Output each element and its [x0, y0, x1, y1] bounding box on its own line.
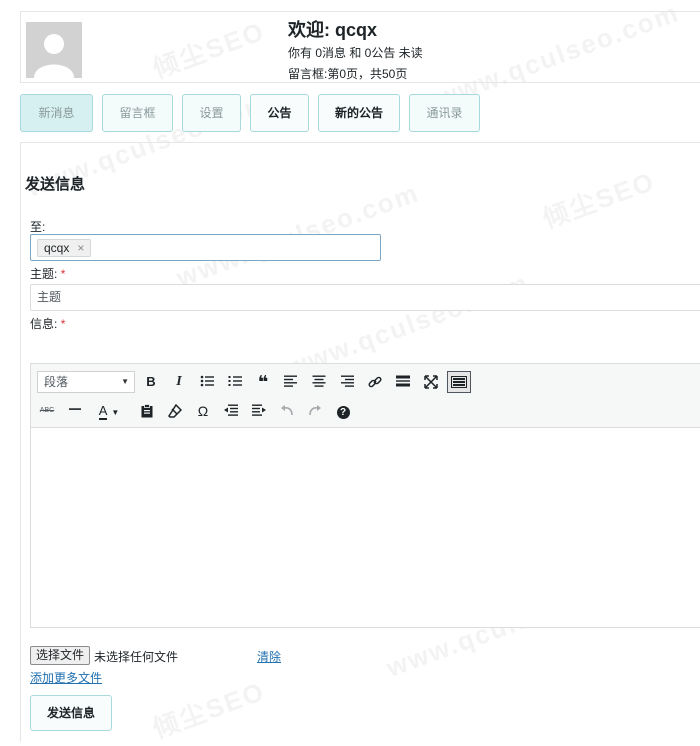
outdent-icon[interactable] — [219, 400, 243, 422]
fullscreen-icon[interactable] — [419, 371, 443, 393]
recipient-name: qcqx — [44, 241, 70, 255]
subject-label-text: 主题: — [30, 267, 58, 281]
tab-contacts[interactable]: 通讯录 — [409, 94, 480, 132]
help-glyph: ? — [336, 406, 350, 419]
recipient-field[interactable]: qcqx × — [30, 234, 381, 261]
chevron-down-icon: ▼ — [111, 408, 120, 417]
text-color-glyph: A — [98, 403, 108, 420]
add-more-files-link[interactable]: 添加更多文件 — [30, 669, 102, 686]
unread-summary: 你有 0消息 和 0公告 未读 — [288, 46, 423, 60]
chevron-down-icon: ▼ — [121, 377, 129, 386]
undo-icon[interactable] — [275, 400, 299, 422]
tab-new-announcement[interactable]: 新的公告 — [318, 94, 400, 132]
horizontal-line-icon[interactable] — [63, 400, 87, 422]
welcome-heading: 欢迎: qcqx — [288, 20, 378, 40]
required-marker: * — [60, 267, 66, 281]
send-message-button[interactable]: 发送信息 — [30, 695, 112, 731]
link-icon[interactable] — [363, 371, 387, 393]
bold-icon[interactable]: B — [139, 371, 163, 393]
format-select[interactable]: 段落 ▼ — [37, 371, 135, 393]
avatar — [26, 22, 82, 78]
choose-file-button[interactable]: 选择文件 — [30, 646, 91, 665]
to-label: 至: — [30, 220, 46, 234]
message-label: 信息: * — [30, 315, 65, 332]
help-icon[interactable]: ? — [331, 400, 355, 422]
message-editor: 段落 ▼ B I ❝ ABC A ▼ Ω ? — [30, 363, 700, 628]
tab-message-box[interactable]: 留言框 — [102, 94, 173, 132]
no-file-text: 未选择任何文件 — [94, 650, 179, 664]
tab-new-message[interactable]: 新消息 — [20, 94, 93, 132]
redo-icon[interactable] — [303, 400, 327, 422]
tab-announcements[interactable]: 公告 — [250, 94, 309, 132]
message-label-text: 信息: — [30, 317, 58, 331]
required-marker: * — [60, 317, 66, 331]
strikethrough-icon[interactable]: ABC — [35, 400, 59, 422]
align-left-icon[interactable] — [279, 371, 303, 393]
message-body-input[interactable] — [31, 429, 700, 627]
indent-icon[interactable] — [247, 400, 271, 422]
page-counter: 留言框:第0页，共50页 — [288, 67, 408, 81]
text-color-icon[interactable]: A ▼ — [93, 400, 125, 422]
tab-settings[interactable]: 设置 — [182, 94, 241, 132]
numbered-list-icon[interactable] — [223, 371, 247, 393]
bullet-list-icon[interactable] — [195, 371, 219, 393]
editor-toolbar: 段落 ▼ B I ❝ ABC A ▼ Ω ? — [31, 364, 700, 428]
recipient-chip: qcqx × — [37, 239, 92, 257]
paste-text-icon[interactable] — [135, 400, 159, 422]
format-select-value: 段落 — [44, 375, 69, 389]
clear-file-link[interactable]: 清除 — [257, 648, 281, 665]
form-title: 发送信息 — [25, 176, 86, 193]
blockquote-icon[interactable]: ❝ — [251, 371, 275, 393]
remove-recipient-icon[interactable]: × — [77, 241, 84, 255]
toolbar-toggle-icon[interactable] — [447, 371, 471, 393]
read-more-icon[interactable] — [391, 371, 415, 393]
special-character-icon[interactable]: Ω — [191, 400, 215, 422]
italic-icon[interactable]: I — [167, 371, 191, 393]
clear-formatting-icon[interactable] — [163, 400, 187, 422]
subject-input[interactable]: 主题 — [30, 284, 700, 311]
align-center-icon[interactable] — [307, 371, 331, 393]
subject-label: 主题: * — [30, 265, 65, 282]
align-right-icon[interactable] — [335, 371, 359, 393]
